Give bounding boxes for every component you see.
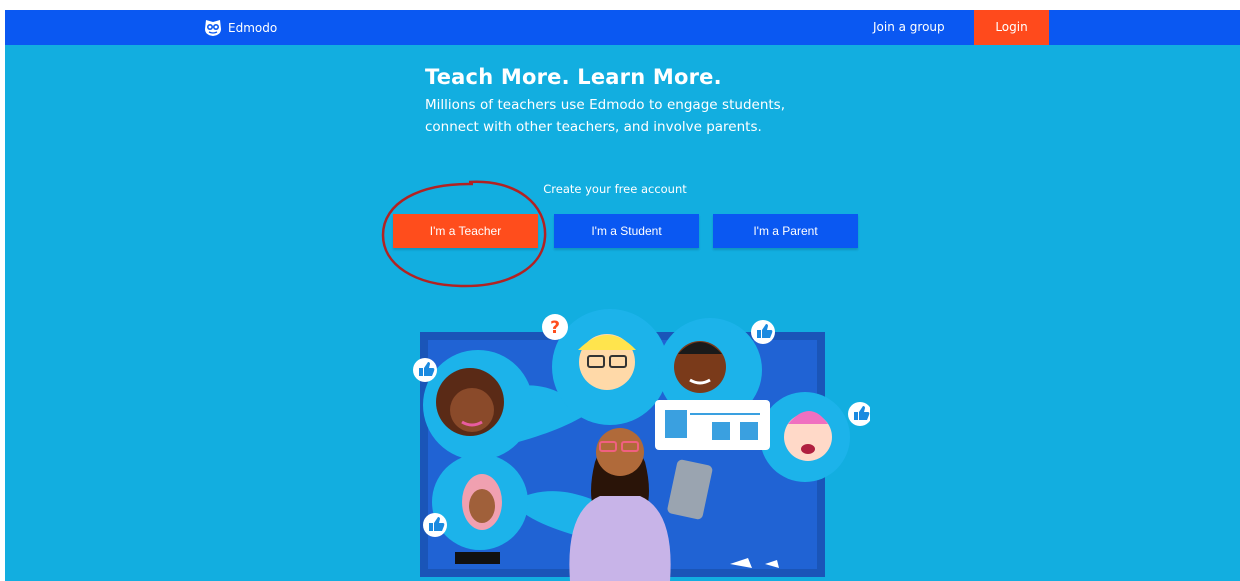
thumbs-up-icon xyxy=(423,513,447,537)
classroom-illustration: ? xyxy=(413,309,870,581)
brand-name: Edmodo xyxy=(228,21,278,35)
question-mark-icon: ? xyxy=(542,314,568,340)
login-button[interactable]: Login xyxy=(974,10,1049,45)
create-account-label: Create your free account xyxy=(543,182,687,196)
student-signup-button[interactable]: I'm a Student xyxy=(554,214,699,248)
brand-home-link[interactable]: Edmodo xyxy=(202,16,277,40)
hero-tagline: Millions of teachers use Edmodo to engag… xyxy=(425,97,785,135)
parent-signup-button[interactable]: I'm a Parent xyxy=(713,214,858,248)
page-background: Edmodo Join a group Login Teach More. Le… xyxy=(5,10,1240,581)
thumbs-up-icon xyxy=(848,402,870,426)
top-nav-bar: Edmodo Join a group Login xyxy=(5,10,1240,45)
svg-text:?: ? xyxy=(550,318,560,338)
teacher-signup-button[interactable]: I'm a Teacher xyxy=(393,214,538,248)
thumbs-up-icon xyxy=(751,320,775,344)
thumbs-up-icon xyxy=(413,358,437,382)
hero-headline: Teach More. Learn More. xyxy=(425,65,722,89)
join-group-link[interactable]: Join a group xyxy=(873,10,945,45)
edmodo-owl-logo-icon xyxy=(205,20,221,36)
